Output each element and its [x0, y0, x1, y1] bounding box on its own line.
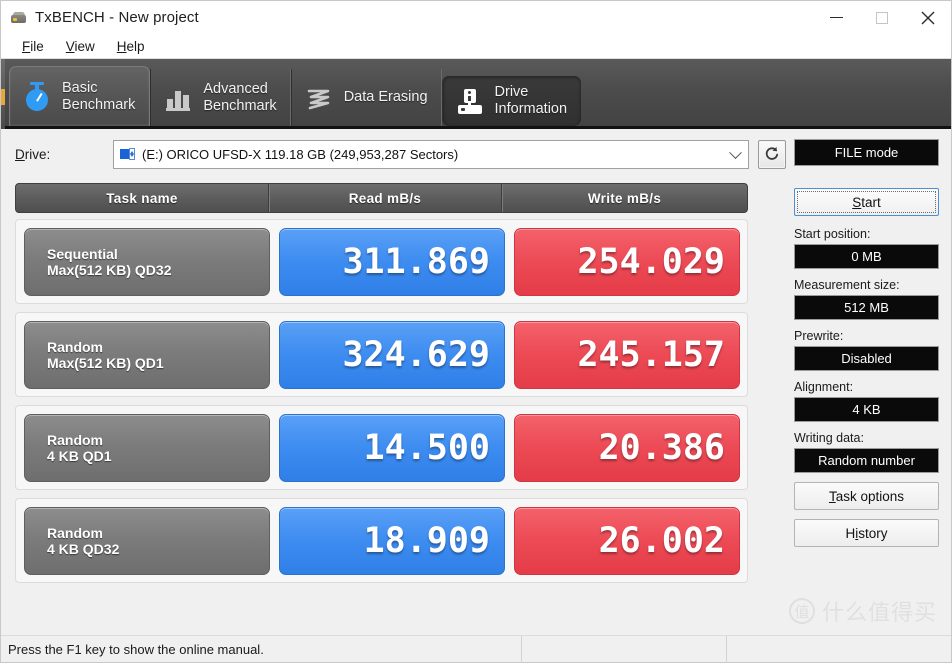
- start-button[interactable]: Start: [794, 188, 939, 216]
- write-value-cell: 26.002: [514, 506, 740, 575]
- write-value-cell: 20.386: [514, 413, 740, 482]
- tab-basic-benchmark[interactable]: Basic Benchmark: [9, 66, 151, 126]
- prewrite-label: Prewrite:: [794, 329, 844, 343]
- close-icon: [921, 11, 935, 24]
- tab-strip: Basic Benchmark Advanced Benchmark Data …: [1, 59, 951, 129]
- results-table: Task name Read mB/s Write mB/s Sequentia…: [15, 183, 748, 583]
- task-name-line1: Sequential: [47, 245, 118, 262]
- column-header-read: Read mB/s: [268, 184, 501, 212]
- options-panel: FILE mode Start Start position: 0 MB Mea…: [786, 129, 951, 635]
- writing-data-value[interactable]: Random number: [794, 448, 939, 473]
- tab-advanced-benchmark[interactable]: Advanced Benchmark: [150, 69, 290, 126]
- status-segment-message: Press the F1 key to show the online manu…: [1, 636, 521, 663]
- column-header-write: Write mB/s: [501, 184, 747, 212]
- write-value-cell: 254.029: [514, 227, 740, 296]
- tab-label-basic-benchmark: Basic Benchmark: [62, 79, 136, 113]
- status-bar: Press the F1 key to show the online manu…: [1, 635, 951, 663]
- bar-chart-icon: [163, 82, 193, 114]
- drive-label: Drive:: [15, 146, 51, 162]
- measurement-size-value[interactable]: 512 MB: [794, 295, 939, 320]
- task-name-line2: 4 KB QD32: [47, 540, 120, 557]
- task-name-line1: Random: [47, 431, 103, 448]
- table-row[interactable]: Random 4 KB QD1 14.500 20.386: [15, 405, 748, 490]
- history-button[interactable]: History: [794, 519, 939, 547]
- window-controls: [813, 1, 951, 34]
- task-name-line2: 4 KB QD1: [47, 447, 112, 464]
- drive-icon: [120, 147, 135, 161]
- menu-bar: File View Help: [1, 34, 951, 59]
- chevron-down-icon: [729, 146, 742, 160]
- prewrite-value[interactable]: Disabled: [794, 346, 939, 371]
- table-row[interactable]: Random 4 KB QD32 18.909 26.002: [15, 498, 748, 583]
- title-bar: TxBENCH - New project: [1, 1, 951, 34]
- menu-item-help[interactable]: Help: [106, 37, 156, 56]
- read-value-cell: 18.909: [279, 506, 505, 575]
- status-segment-2: [521, 635, 726, 663]
- table-row[interactable]: Random Max(512 KB) QD1 324.629 245.157: [15, 312, 748, 397]
- task-name-line2: Max(512 KB) QD1: [47, 354, 164, 371]
- task-name-cell: Sequential Max(512 KB) QD32: [24, 227, 270, 296]
- drive-select-value: (E:) ORICO UFSD-X 119.18 GB (249,953,287…: [142, 146, 459, 162]
- start-button-label: Start: [852, 194, 881, 210]
- minimize-icon: [829, 16, 843, 19]
- writing-data-label: Writing data:: [794, 431, 864, 445]
- table-body: Sequential Max(512 KB) QD32 311.869 254.…: [15, 219, 748, 583]
- alignment-label: Alignment:: [794, 380, 854, 394]
- task-options-button[interactable]: Task options: [794, 482, 939, 510]
- close-button[interactable]: [905, 1, 951, 34]
- main-content: Drive: (E:) ORICO UFSD-X 119.18 GB (249,…: [1, 129, 951, 635]
- stopwatch-icon: [22, 81, 52, 113]
- measurement-size-label: Measurement size:: [794, 278, 900, 292]
- start-position-label: Start position:: [794, 227, 871, 241]
- menu-item-file[interactable]: File: [11, 37, 55, 56]
- status-segment-3: [726, 635, 951, 663]
- minimize-button[interactable]: [813, 1, 859, 34]
- task-name-line1: Random: [47, 338, 103, 355]
- table-header-row: Task name Read mB/s Write mB/s: [15, 183, 748, 213]
- task-name-line2: Max(512 KB) QD32: [47, 261, 172, 278]
- refresh-button[interactable]: [758, 139, 786, 169]
- maximize-icon: [876, 11, 888, 24]
- tab-data-erasing[interactable]: Data Erasing: [290, 69, 442, 126]
- window-title: TxBENCH - New project: [35, 9, 199, 26]
- squiggle-icon: [304, 82, 334, 114]
- task-name-cell: Random 4 KB QD1: [24, 413, 270, 482]
- tab-drive-information[interactable]: Drive Information: [441, 76, 582, 126]
- tab-label-drive-information: Drive Information: [494, 84, 568, 117]
- alignment-value[interactable]: 4 KB: [794, 397, 939, 422]
- column-header-task-name: Task name: [106, 190, 178, 206]
- status-message: Press the F1 key to show the online manu…: [8, 641, 264, 657]
- txbench-app-icon: [10, 9, 28, 27]
- tab-label-advanced-benchmark: Advanced Benchmark: [203, 80, 277, 114]
- read-value-cell: 14.500: [279, 413, 505, 482]
- benchmark-panel: Drive: (E:) ORICO UFSD-X 119.18 GB (249,…: [1, 129, 786, 635]
- read-value-cell: 311.869: [279, 227, 505, 296]
- task-name-cell: Random Max(512 KB) QD1: [24, 320, 270, 389]
- drive-info-icon: [455, 85, 485, 117]
- task-name-cell: Random 4 KB QD32: [24, 506, 270, 575]
- txbench-window: TxBENCH - New project File View Help Bas…: [0, 0, 952, 663]
- drive-select[interactable]: (E:) ORICO UFSD-X 119.18 GB (249,953,287…: [113, 139, 749, 169]
- write-value-cell: 245.157: [514, 320, 740, 389]
- menu-item-view[interactable]: View: [55, 37, 106, 56]
- maximize-button[interactable]: [859, 1, 905, 34]
- read-value-cell: 324.629: [279, 320, 505, 389]
- task-name-line1: Random: [47, 524, 103, 541]
- drive-selector-row: Drive: (E:) ORICO UFSD-X 119.18 GB (249,…: [15, 139, 786, 169]
- start-position-value[interactable]: 0 MB: [794, 244, 939, 269]
- file-mode-button[interactable]: FILE mode: [794, 139, 939, 166]
- tab-label-data-erasing: Data Erasing: [343, 89, 428, 105]
- refresh-icon: [765, 146, 779, 160]
- table-row[interactable]: Sequential Max(512 KB) QD32 311.869 254.…: [15, 219, 748, 304]
